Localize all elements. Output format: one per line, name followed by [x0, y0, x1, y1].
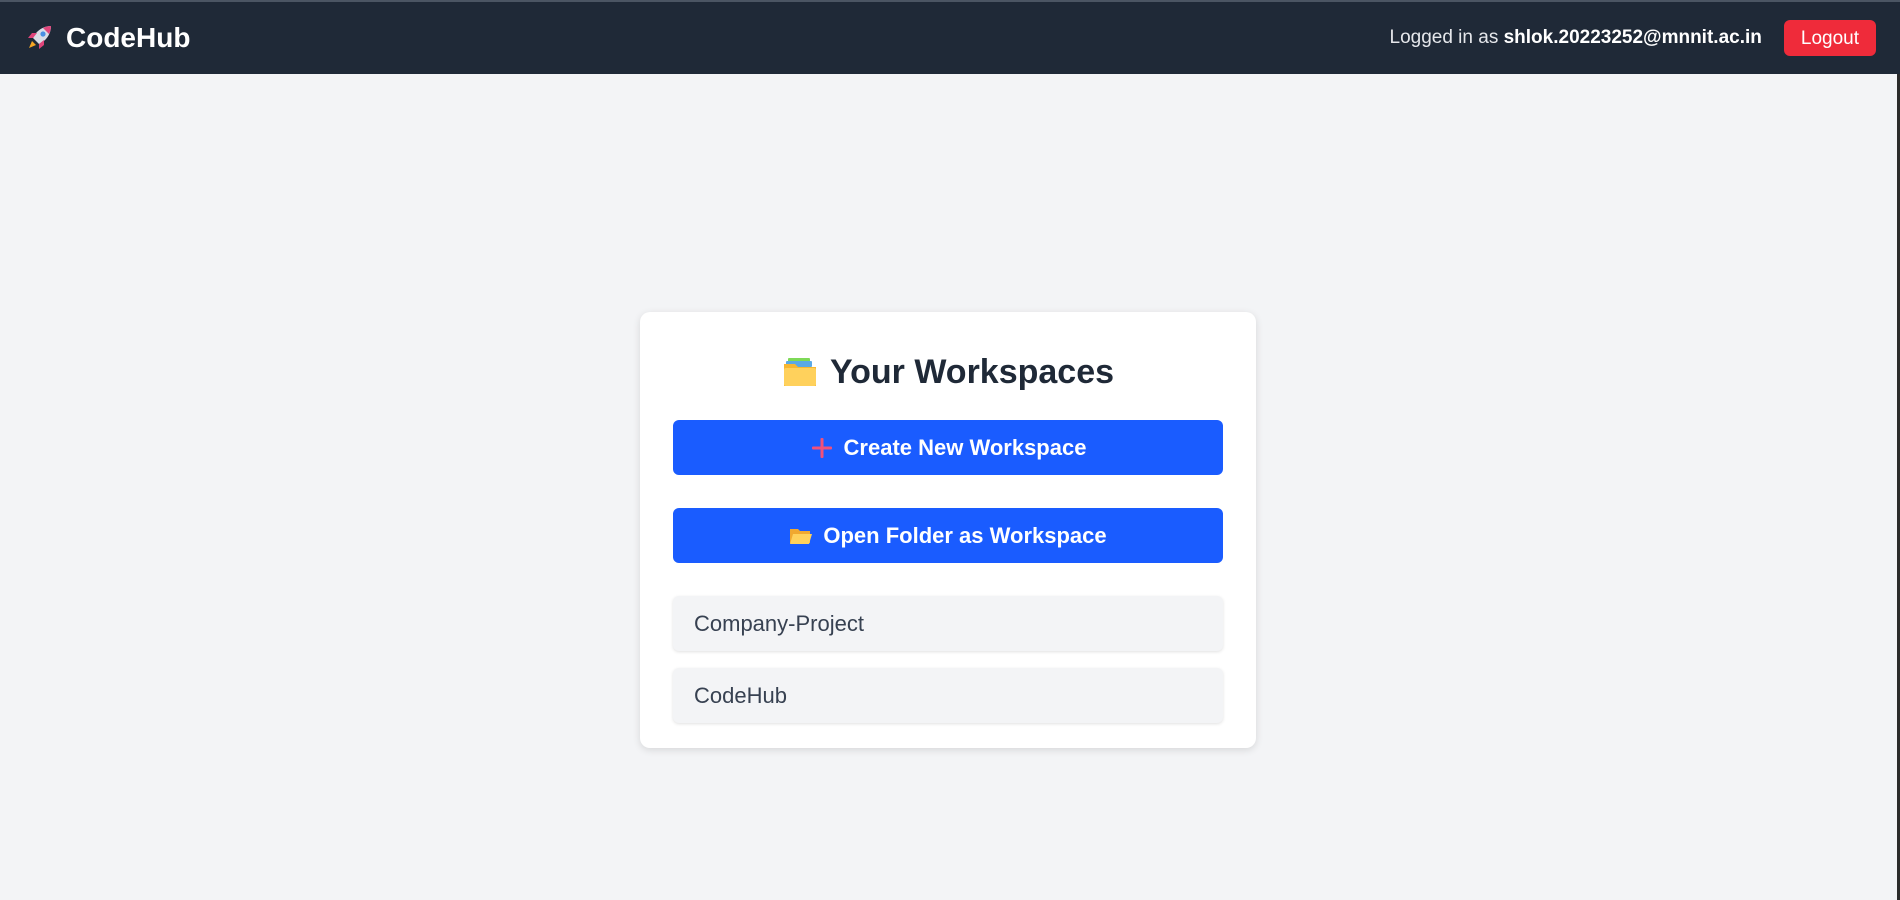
- rocket-icon: [24, 23, 54, 53]
- plus-icon: [810, 436, 834, 460]
- workspaces-card: Your Workspaces Create New Workspace Ope…: [640, 312, 1256, 748]
- folder-icon: [782, 355, 818, 389]
- workspaces-title: Your Workspaces: [829, 352, 1115, 391]
- open-folder-workspace-label: Open Folder as Workspace: [823, 522, 1107, 548]
- login-status: Logged in as shlok.20223252@mnnit.ac.in: [1390, 27, 1762, 49]
- user-email: shlok.20223252@mnnit.ac.in: [1503, 27, 1762, 48]
- brand[interactable]: CodeHub: [24, 22, 190, 54]
- create-workspace-label: Create New Workspace: [843, 434, 1087, 460]
- app-title: CodeHub: [66, 22, 191, 53]
- open-folder-icon: [789, 524, 813, 548]
- user-area: Logged in as shlok.20223252@mnnit.ac.in …: [1390, 20, 1876, 56]
- logout-button[interactable]: Logout: [1783, 20, 1876, 56]
- workspaces-heading: Your Workspaces: [673, 350, 1223, 394]
- workspace-item-company-project[interactable]: Company-Project: [673, 596, 1223, 651]
- login-prefix: Logged in as: [1389, 27, 1499, 48]
- top-navbar: CodeHub Logged in as shlok.20223252@mnni…: [0, 2, 1900, 74]
- workspace-item-codehub[interactable]: CodeHub: [673, 668, 1223, 723]
- create-workspace-button[interactable]: Create New Workspace: [673, 420, 1223, 475]
- open-folder-workspace-button[interactable]: Open Folder as Workspace: [673, 508, 1223, 563]
